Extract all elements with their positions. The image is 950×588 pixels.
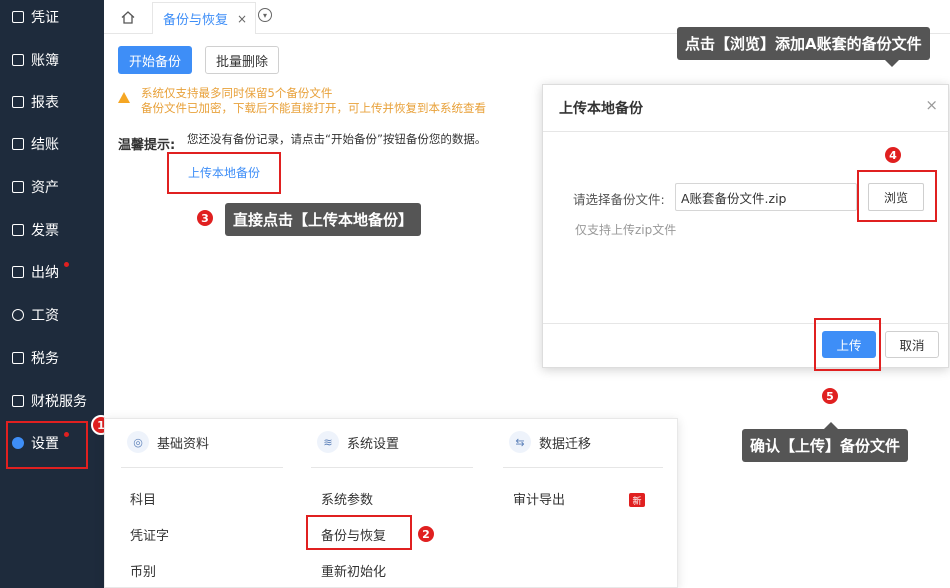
menu-header-basic: ◎ 基础资料 [127, 431, 209, 453]
callout-arrow [885, 60, 899, 67]
ledger-icon [12, 54, 24, 66]
sidebar-item-closing[interactable]: 结账 [0, 124, 104, 164]
dialog-title: 上传本地备份 [559, 101, 643, 117]
menu-item-voucher-word[interactable]: 凭证字 [130, 525, 169, 544]
batch-delete-button[interactable]: 批量删除 [205, 46, 279, 74]
callout-step-4: 点击【浏览】添加A账套的备份文件 [677, 27, 930, 60]
file-input[interactable]: A账套备份文件.zip [675, 183, 857, 211]
sidebar-item-tax[interactable]: 税务 [0, 338, 104, 378]
file-label: 请选择备份文件: [573, 192, 665, 207]
sidebar-item-cashier[interactable]: 出纳 [0, 252, 104, 292]
report-icon [12, 96, 24, 108]
menu-item-audit-export[interactable]: 审计导出 [513, 489, 565, 508]
divider [543, 323, 948, 324]
asset-icon [12, 181, 24, 193]
app-root: 凭证 账簿 报表 结账 资产 发票 出纳 工资 税务 财税服务 设置 1 备份与… [0, 0, 950, 588]
invoice-icon [12, 224, 24, 236]
highlight-box-browse [857, 170, 937, 222]
chevron-down-icon[interactable]: ▾ [258, 8, 272, 22]
tab-backup-restore[interactable]: 备份与恢复 × [152, 2, 256, 34]
sidebar-item-label: 凭证 [31, 10, 59, 26]
sidebar-item-label: 报表 [31, 95, 59, 111]
sidebar-item-voucher[interactable]: 凭证 [0, 0, 104, 37]
notification-dot [64, 262, 69, 267]
menu-item-system-params[interactable]: 系统参数 [321, 489, 373, 508]
system-settings-icon: ≋ [317, 431, 339, 453]
sidebar-item-label: 税务 [31, 351, 59, 367]
data-migration-icon: ⇆ [509, 431, 531, 453]
menu-header-system: ≋ 系统设置 [317, 431, 399, 453]
cancel-button[interactable]: 取消 [885, 331, 939, 358]
step-badge-4: 4 [883, 145, 903, 165]
sidebar-item-label: 财税服务 [31, 394, 87, 410]
divider [543, 131, 948, 132]
sidebar-item-report[interactable]: 报表 [0, 82, 104, 122]
sidebar-item-label: 出纳 [31, 265, 59, 281]
callout-step-5: 确认【上传】备份文件 [742, 429, 909, 462]
highlight-box-settings [6, 421, 88, 469]
warning-text-1: 系统仅支持最多同时保留5个备份文件 [141, 86, 333, 100]
sidebar-item-salary[interactable]: 工资 [0, 295, 104, 335]
divider [503, 467, 663, 468]
closing-icon [12, 138, 24, 150]
sidebar-item-label: 工资 [31, 308, 59, 324]
start-backup-button[interactable]: 开始备份 [118, 46, 192, 74]
callout-arrow [824, 422, 838, 429]
highlight-box-upload [814, 318, 881, 371]
tip-text: 您还没有备份记录，请点击“开始备份”按钮备份您的数据。 [187, 132, 487, 146]
voucher-icon [12, 11, 24, 23]
step-badge-2: 2 [416, 524, 436, 544]
menu-item-currency[interactable]: 币别 [130, 561, 156, 580]
sidebar-item-label: 结账 [31, 137, 59, 153]
cashier-icon [12, 266, 24, 278]
warning-text-2: 备份文件已加密，下载后不能直接打开，可上传并恢复到本系统查看 [141, 101, 486, 115]
file-hint: 仅支持上传zip文件 [575, 223, 677, 237]
sidebar-item-label: 资产 [31, 180, 59, 196]
sidebar-item-invoice[interactable]: 发票 [0, 210, 104, 250]
salary-icon [12, 309, 24, 321]
home-icon [121, 10, 135, 24]
menu-item-account[interactable]: 科目 [130, 489, 156, 508]
close-icon[interactable]: × [237, 12, 247, 26]
tab-label: 备份与恢复 [163, 13, 229, 28]
menu-header-label: 系统设置 [347, 436, 400, 452]
step-badge-3: 3 [195, 208, 215, 228]
menu-header-label: 基础资料 [157, 436, 210, 452]
sidebar-item-ledger[interactable]: 账簿 [0, 40, 104, 80]
settings-menu: ◎ 基础资料 ≋ 系统设置 ⇆ 数据迁移 科目 凭证字 币别 系统参数 备份与恢… [104, 418, 678, 588]
divider [121, 467, 283, 468]
tab-home[interactable] [104, 0, 152, 34]
new-badge: 新 [629, 493, 645, 507]
divider [311, 467, 473, 468]
tip-title: 温馨提示: [118, 138, 176, 153]
basic-data-icon: ◎ [127, 431, 149, 453]
warning-icon [118, 92, 130, 103]
highlight-box-upload-link [167, 152, 281, 194]
sidebar-item-label: 账簿 [31, 53, 59, 69]
menu-header-label: 数据迁移 [539, 436, 592, 452]
sidebar-item-asset[interactable]: 资产 [0, 167, 104, 207]
sidebar-item-service[interactable]: 财税服务 [0, 381, 104, 421]
close-icon[interactable]: × [925, 96, 938, 114]
sidebar: 凭证 账簿 报表 结账 资产 发票 出纳 工资 税务 财税服务 设置 [0, 0, 104, 588]
highlight-box-backup-restore [306, 515, 412, 550]
sidebar-item-label: 发票 [31, 223, 59, 239]
tax-icon [12, 352, 24, 364]
step-badge-5: 5 [820, 386, 840, 406]
callout-step-3: 直接点击【上传本地备份】 [225, 203, 422, 236]
service-icon [12, 395, 24, 407]
menu-header-migration: ⇆ 数据迁移 [509, 431, 591, 453]
menu-item-reinitialize[interactable]: 重新初始化 [321, 561, 386, 580]
upload-dialog: 上传本地备份 × 请选择备份文件: A账套备份文件.zip 浏览 仅支持上传zi… [542, 84, 949, 368]
